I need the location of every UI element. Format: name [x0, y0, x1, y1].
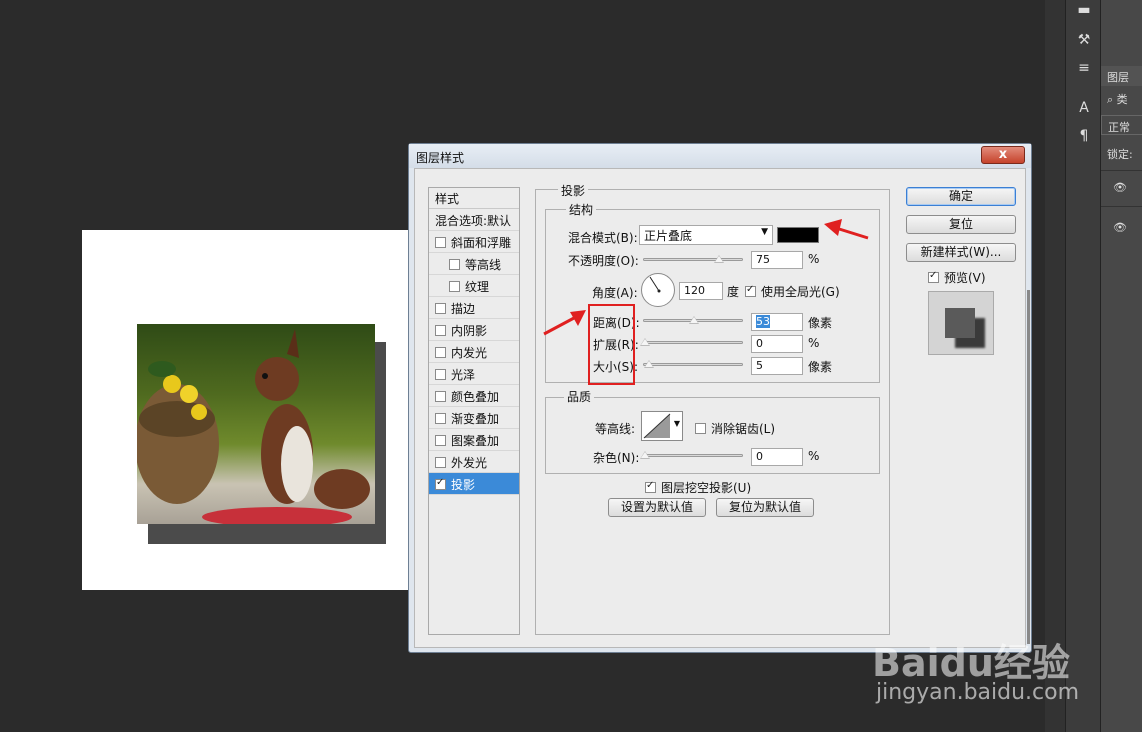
- annotation-arrow: [543, 316, 575, 336]
- annotation-arrows: [543, 219, 869, 336]
- watermark-url: jingyan.baidu.com: [876, 680, 1080, 705]
- annotation-arrow: [835, 226, 869, 240]
- annotation-arrowhead: [824, 219, 842, 236]
- watermark-brand: Baidu经验: [872, 641, 1070, 685]
